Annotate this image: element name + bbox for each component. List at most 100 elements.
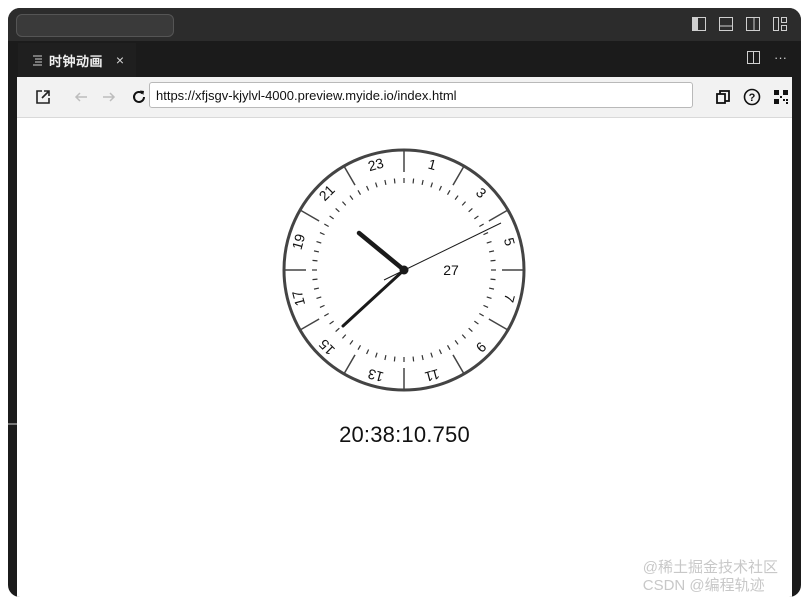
clock-divider: [452, 354, 465, 374]
clock-tick: [329, 215, 334, 220]
clock-tick: [335, 327, 340, 333]
clock-divider: [452, 166, 465, 186]
clock-number: 19: [289, 232, 309, 251]
clock-tick: [490, 259, 496, 262]
clock-tick: [324, 223, 329, 228]
clock-tick: [421, 179, 424, 186]
clock-tick: [384, 179, 387, 186]
clock-tick: [474, 320, 479, 325]
watermark-line-2: CSDN @编程轨迹: [642, 577, 765, 594]
back-arrow-icon[interactable]: [72, 88, 90, 106]
clock-tick: [393, 356, 396, 362]
customize-layout-icon[interactable]: [773, 17, 787, 31]
clock-number: 23: [366, 155, 385, 175]
clock-tick: [479, 223, 484, 228]
tab-clock-animation[interactable]: 时钟动画 ×: [18, 43, 136, 77]
preview-toolbar: https://xfjsgv-kjylvl-4000.preview.myide…: [17, 77, 792, 118]
clock-tick: [374, 352, 378, 358]
clock-tick: [384, 354, 387, 361]
copy-window-icon[interactable]: [714, 88, 732, 106]
clock-tick: [341, 201, 347, 206]
clock-tick: [446, 190, 451, 195]
watermark: @稀土掘金技术社区 CSDN @编程轨迹: [643, 559, 778, 595]
inner-number: 27: [443, 262, 459, 278]
scroll-indicator: [8, 423, 17, 425]
command-center-search[interactable]: [16, 14, 174, 37]
qr-code-icon[interactable]: [772, 88, 790, 106]
clock-tick: [479, 312, 484, 317]
minute-hand: [341, 268, 406, 328]
close-icon[interactable]: ×: [116, 52, 124, 68]
digital-time: 20:38:10.750: [339, 422, 470, 447]
clock-tick: [412, 178, 415, 184]
editor-tab-bar: 时钟动画 × ···: [8, 41, 801, 77]
clock-tick: [486, 296, 492, 300]
clock-tick: [349, 195, 354, 200]
clock-number: 13: [366, 366, 385, 386]
preview-content: 1 3 5 7 9 11 13 15 17 19 21 23 27 20:38:10.750 @稀土掘…: [17, 118, 792, 597]
clock-tick: [335, 207, 340, 213]
svg-text:?: ?: [749, 92, 756, 104]
clock-tick: [474, 215, 479, 220]
layout-controls: [692, 17, 787, 31]
split-editor-icon[interactable]: [747, 51, 760, 67]
clock-tick: [329, 320, 334, 325]
preview-file-icon: [32, 53, 43, 67]
toggle-secondary-sidebar-icon[interactable]: [746, 17, 760, 31]
clock-number: 9: [473, 339, 490, 356]
clock-tick: [366, 349, 370, 355]
forward-arrow-icon[interactable]: [100, 88, 118, 106]
clock-tick: [412, 356, 415, 362]
clock-tick: [490, 278, 496, 281]
toggle-primary-sidebar-icon[interactable]: [692, 17, 706, 31]
clock-tick: [461, 201, 467, 206]
clock-tick: [488, 250, 495, 253]
tabbar-actions: ···: [747, 51, 787, 67]
hour-hand: [356, 230, 407, 273]
reload-icon[interactable]: [130, 88, 148, 106]
clock-tick: [446, 345, 451, 350]
help-icon[interactable]: ?: [743, 88, 761, 106]
more-actions-icon[interactable]: ···: [774, 51, 787, 67]
clock-tick: [316, 296, 322, 300]
clock-divider: [343, 166, 356, 186]
title-bar: [8, 8, 801, 41]
clock-tick: [357, 345, 362, 350]
toggle-panel-icon[interactable]: [719, 17, 733, 31]
clock-center: [399, 265, 409, 275]
clock-tick: [312, 278, 318, 281]
clock-tick: [341, 334, 347, 339]
clock-divider: [300, 209, 320, 222]
clock-tick: [324, 312, 329, 317]
watermark-line-1: @稀土掘金技术社区: [642, 559, 778, 576]
clock-divider: [300, 318, 320, 331]
clock-tick: [421, 354, 424, 361]
clock-tick: [454, 340, 459, 345]
clock-tick: [349, 340, 354, 345]
clock-tick: [461, 334, 467, 339]
clock-tick: [468, 327, 473, 333]
clock-number: 7: [501, 292, 519, 304]
clock-tick: [483, 232, 489, 236]
clock-tick: [319, 304, 325, 308]
clock-tick: [393, 178, 396, 184]
clock-tick: [430, 352, 434, 358]
clock-number: 11: [423, 366, 441, 385]
clock-tick: [312, 259, 318, 262]
clock-tick: [468, 207, 473, 213]
clock-tick: [313, 287, 320, 290]
clock-divider: [343, 354, 356, 374]
url-input[interactable]: https://xfjsgv-kjylvl-4000.preview.myide…: [149, 82, 693, 108]
clock-tick: [438, 349, 442, 355]
clock-number: 1: [426, 156, 438, 174]
open-external-icon[interactable]: [34, 88, 52, 106]
clock-number: 17: [289, 288, 309, 307]
clock-tick: [316, 240, 322, 244]
clock-divider: [488, 209, 508, 222]
clock-tick: [483, 304, 489, 308]
clock-number: 3: [473, 184, 490, 201]
clock-number: 5: [501, 236, 519, 248]
clock-tick: [366, 185, 370, 191]
tab-title: 时钟动画: [49, 53, 104, 69]
clock-tick: [454, 195, 459, 200]
